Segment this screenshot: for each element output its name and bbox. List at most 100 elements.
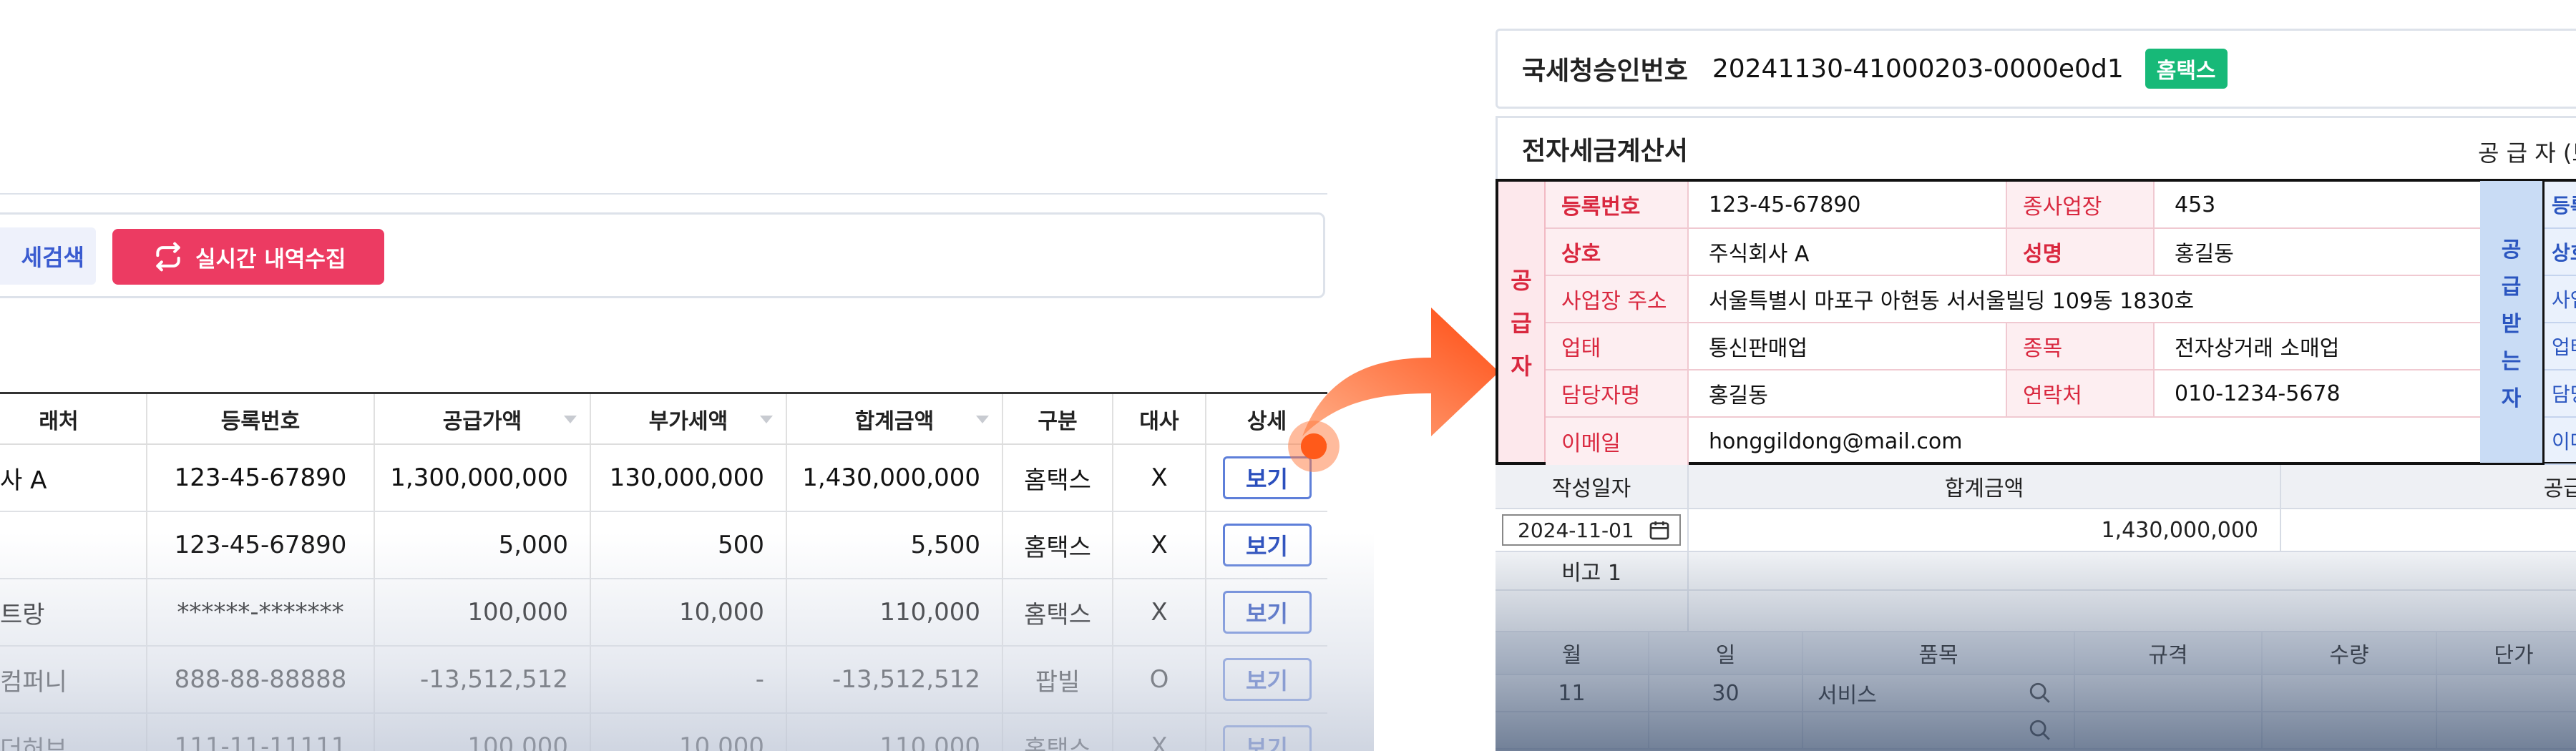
sort-down-icon[interactable] [976,416,989,423]
vat-cell: 500 [591,512,787,578]
vat-cell: 10,000 [591,579,787,645]
partner-cell: 컴퍼니 [0,647,147,712]
match-cell: X [1113,445,1206,511]
invoice-details: 작성일자 합계금액 공급 2024-11-01 1,430,000,000 비고… [1496,465,2576,751]
item-price[interactable] [2437,712,2576,748]
note-row-2 [1496,591,2576,632]
view-button[interactable]: 보기 [1222,591,1312,634]
item-qty[interactable] [2263,675,2437,711]
supplier-row-business: 업태 통신판매업 종목 전자상거래 소매업 [1546,323,2484,370]
manager-value: 홍길동 [1689,370,2007,416]
reg-no-cell: 123-45-67890 [147,512,375,578]
date-input[interactable]: 2024-11-01 [1502,514,1681,546]
reg-value: 123-45-67890 [1689,182,2007,227]
note-input[interactable] [1689,552,2576,589]
col-reg-no[interactable]: 등록번호 [147,394,375,443]
business-type-label: 업태 [1546,323,1689,369]
col-supply[interactable]: 공급가액 [375,394,591,443]
col-match[interactable]: 대사 [1113,394,1206,443]
search-icon[interactable] [2028,718,2052,742]
supply-cell: 1,300,000,000 [375,445,591,511]
type-cell: 홈택스 [1003,714,1113,751]
type-cell: 홈택스 [1003,579,1113,645]
phone-value: 010-1234-5678 [2175,381,2341,406]
supplier-box: 공 급 자 등록번호 123-45-67890 종사업장 453 상호 주식회사… [1496,179,2484,465]
detail-cell: 보기 [1206,647,1327,712]
supply-value [2281,509,2576,551]
item-spec[interactable] [2075,712,2263,748]
realtime-collect-label: 실시간 내역수집 [195,246,346,273]
item-qty[interactable] [2263,712,2437,748]
table-row[interactable]: 사 A 123-45-67890 1,300,000,000 130,000,000 1… [0,445,1327,512]
address-label: 사업장 주소 [1546,276,1689,322]
receiver-label: 이메 [2545,418,2576,465]
invoice-header: 전자세금계산서 공 급 자 (보 [1496,116,2576,179]
calendar-icon[interactable] [1648,519,1671,541]
sort-down-icon[interactable] [760,416,773,423]
side-char: 자 [2501,386,2522,411]
partner-cell [0,512,147,578]
item-name-cell[interactable] [1803,712,2075,748]
table-row[interactable]: 컴퍼니 888-88-88888 -13,512,512- -13,512,512 팝빌… [0,647,1327,714]
manager-label: 담당자명 [1546,370,1689,416]
refresh-icon [156,242,180,272]
col-partner[interactable]: 래처 [0,394,147,443]
col-total[interactable]: 합계금액 [787,394,1003,443]
view-button[interactable]: 보기 [1222,658,1312,701]
table-row[interactable]: 트랑 ******-******* 100,000 10,000 110,000 홈택스 X… [0,579,1327,647]
side-char: 급 [1511,310,1532,337]
supplier-row-email: 이메일 honggildong@mail.com [1546,418,2484,465]
note-input-2[interactable] [1689,591,2576,631]
supplier-row-address: 사업장 주소 서울특별시 마포구 아현동 서서울빌딩 109동 1830호 [1546,276,2484,323]
branch-label: 종사업장 [2007,182,2155,227]
type-cell: 홈택스 [1003,445,1113,511]
col-price: 단가 [2494,643,2534,668]
approval-number-bar: 국세청승인번호 20241130-41000203-0000e0d1 홈택스 [1496,29,2576,109]
date-value: 2024-11-01 [1518,518,1634,542]
col-qty: 수량 [2263,632,2437,674]
sort-down-icon[interactable] [564,416,577,423]
partner-cell: 사 A [0,445,147,511]
receiver-labels: 등록 상호 사업 업태 담당 이메 [2545,179,2576,465]
side-char: 는 [2501,349,2522,374]
col-vat-label: 부가세액 [648,408,728,434]
item-price[interactable] [2437,675,2576,711]
supplier-row-name: 상호 주식회사 A 성명 홍길동 [1546,229,2484,276]
total-cell: 5,500 [787,512,1003,578]
ceo-value: 홍길동 [2175,242,2234,267]
match-cell: X [1113,579,1206,645]
business-item-label: 종목 [2007,323,2155,369]
supply-cell: 100,000 [375,714,591,751]
item-day[interactable] [1649,712,1803,748]
supplier-row-reg: 등록번호 123-45-67890 종사업장 453 [1546,182,2484,229]
note-row: 비고 1 [1496,552,2576,591]
table-row[interactable]: 더허브 111-11-11111 100,000 10,000 110,000 홈택스 X 보… [0,714,1327,751]
date-header: 작성일자 [1496,465,1689,508]
total-cell: -13,512,512 [787,647,1003,712]
name-value: 주식회사 A [1689,229,2007,275]
detail-search-button[interactable]: 세검색 [0,227,96,285]
view-button[interactable]: 보기 [1222,725,1312,751]
type-cell: 홈택스 [1003,512,1113,578]
col-spec: 규격 [2075,632,2263,674]
realtime-collect-button[interactable]: 실시간 내역수집 [112,229,384,285]
col-vat[interactable]: 부가세액 [591,394,787,443]
item-month: 11 [1496,675,1649,711]
type-cell: 팝빌 [1003,647,1113,712]
source-badge: 홈택스 [2145,49,2228,89]
item-month[interactable] [1496,712,1649,748]
business-type-value: 통신판매업 [1689,323,2007,369]
item-name-cell[interactable]: 서비스 [1803,675,2075,711]
supply-cell: 5,000 [375,512,591,578]
table-row[interactable]: 123-45-67890 5,000 500 5,500 홈택스 X 보기 [0,512,1327,579]
view-button[interactable]: 보기 [1222,524,1312,566]
search-icon[interactable] [2028,681,2052,705]
receiver-label: 상호 [2545,229,2576,276]
total-value: 1,430,000,000 [1689,509,2281,551]
side-char: 공 [1511,267,1532,294]
reg-label: 등록번호 [1546,182,1689,227]
item-spec[interactable] [2075,675,2263,711]
branch-value: 453 [2175,192,2216,217]
note-label-2 [1496,591,1689,631]
col-type[interactable]: 구분 [1003,394,1113,443]
